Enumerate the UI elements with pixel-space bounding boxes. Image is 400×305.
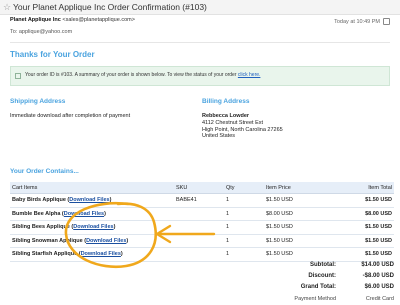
qty-cell: 1 [224, 220, 264, 235]
price-cell: $1.50 USD [264, 234, 340, 248]
total-cell: $1.50 USD [340, 193, 394, 208]
from-address: <sales@planetapplique.com> [62, 17, 135, 23]
sku-cell: BABE41 [174, 193, 224, 208]
header-item-total: Item Total [340, 182, 394, 194]
item-cell: Sibling Bees Applique (Download Files) [10, 220, 174, 235]
item-name: Sibling Starfish Applique [12, 251, 78, 258]
calendar-icon [383, 18, 390, 25]
billing-city: High Point, North Carolina 27265 [202, 126, 283, 133]
table-row: Sibling Starfish Applique (Download File… [10, 247, 394, 262]
email-from: Planet Applique Inc <sales@planetappliqu… [10, 17, 135, 23]
total-cell: $1.50 USD [340, 234, 394, 248]
discount-value: -$8.00 USD [362, 273, 394, 279]
billing-title: Billing Address [202, 98, 250, 105]
price-cell: $1.50 USD [264, 220, 340, 235]
table-row: Sibling Bees Applique (Download Files) 1… [10, 220, 394, 235]
email-subject: Your Planet Applique Inc Order Confirmat… [13, 2, 207, 12]
note-icon [15, 73, 21, 79]
table-row: Bumble Bee Alpha (Download Files) 1 $8.0… [10, 207, 394, 221]
header-sku: SKU [174, 182, 224, 194]
price-cell: $1.50 USD [264, 247, 340, 262]
payment-method-value: Credit Card [365, 296, 394, 302]
grand-total-value: $6.00 USD [364, 284, 394, 290]
email-to[interactable]: To: applique@yahoo.com [10, 29, 72, 35]
item-name: Sibling Bees Applique [12, 224, 70, 231]
email-subject-bar: ☆ Your Planet Applique Inc Order Confirm… [0, 0, 400, 15]
thanks-title: Thanks for Your Order [10, 50, 95, 59]
item-name: Sibling Snowman Applique [12, 237, 83, 244]
order-info-text: Your order ID is #103. A summary of your… [25, 72, 260, 78]
cart-title: Your Order Contains... [10, 168, 79, 175]
order-info-box: Your order ID is #103. A summary of your… [10, 66, 390, 86]
subtotal-label: Subtotal: [310, 262, 336, 268]
order-info-message: Your order ID is #103. A summary of your… [25, 72, 238, 78]
header-qty: Qty [224, 182, 264, 194]
cart-table: Cart Items SKU Qty Item Price Item Total… [10, 182, 394, 262]
header-cart-items: Cart Items [10, 182, 174, 194]
sku-cell [174, 220, 224, 235]
download-files-link[interactable]: Download Files [86, 238, 126, 244]
qty-cell: 1 [224, 234, 264, 248]
qty-cell: 1 [224, 207, 264, 221]
from-name[interactable]: Planet Applique Inc [10, 17, 61, 23]
cart-header-row: Cart Items SKU Qty Item Price Item Total [10, 182, 394, 194]
price-cell: $1.50 USD [264, 193, 340, 208]
email-time: Today at 10:49 PM [334, 18, 390, 25]
download-files-link[interactable]: Download Files [64, 211, 104, 217]
discount-label: Discount: [308, 273, 336, 279]
item-cell: Bumble Bee Alpha (Download Files) [10, 207, 174, 221]
sku-cell [174, 207, 224, 221]
sku-cell [174, 234, 224, 248]
payment-method-label: Payment Method [294, 296, 336, 302]
billing-name: Rebbecca Lowder [202, 113, 250, 119]
qty-cell: 1 [224, 247, 264, 262]
download-files-link[interactable]: Download Files [81, 251, 121, 257]
qty-cell: 1 [224, 193, 264, 208]
item-cell: Sibling Snowman Applique (Download Files… [10, 234, 174, 248]
grand-total-label: Grand Total: [300, 284, 336, 290]
download-files-link[interactable]: Download Files [73, 224, 113, 230]
subtotal-value: $14.00 USD [361, 262, 394, 268]
shipping-title: Shipping Address [10, 98, 66, 105]
download-files-link[interactable]: Download Files [69, 197, 109, 203]
billing-country: United States [202, 133, 236, 140]
item-name: Bumble Bee Alpha [12, 210, 61, 217]
divider [10, 42, 390, 43]
shipping-text: Immediate download after completion of p… [10, 113, 131, 119]
billing-street: 4112 Chestnut Street Ext [202, 119, 264, 126]
total-cell: $8.00 USD [340, 207, 394, 221]
header-item-price: Item Price [264, 182, 340, 194]
time-text: Today at 10:49 PM [334, 18, 380, 25]
item-name: Baby Birds Applique [12, 197, 66, 204]
total-cell: $1.50 USD [340, 220, 394, 235]
table-row: Sibling Snowman Applique (Download Files… [10, 234, 394, 248]
order-status-link[interactable]: click here. [238, 72, 261, 78]
total-cell: $1.50 USD [340, 247, 394, 262]
table-row: Baby Birds Applique (Download Files) BAB… [10, 193, 394, 208]
item-cell: Sibling Starfish Applique (Download File… [10, 247, 174, 262]
billing-address: Rebbecca Lowder 4112 Chestnut Street Ext… [202, 113, 283, 140]
star-icon[interactable]: ☆ [3, 1, 11, 13]
price-cell: $8.00 USD [264, 207, 340, 221]
sku-cell [174, 247, 224, 262]
item-cell: Baby Birds Applique (Download Files) [10, 193, 174, 208]
